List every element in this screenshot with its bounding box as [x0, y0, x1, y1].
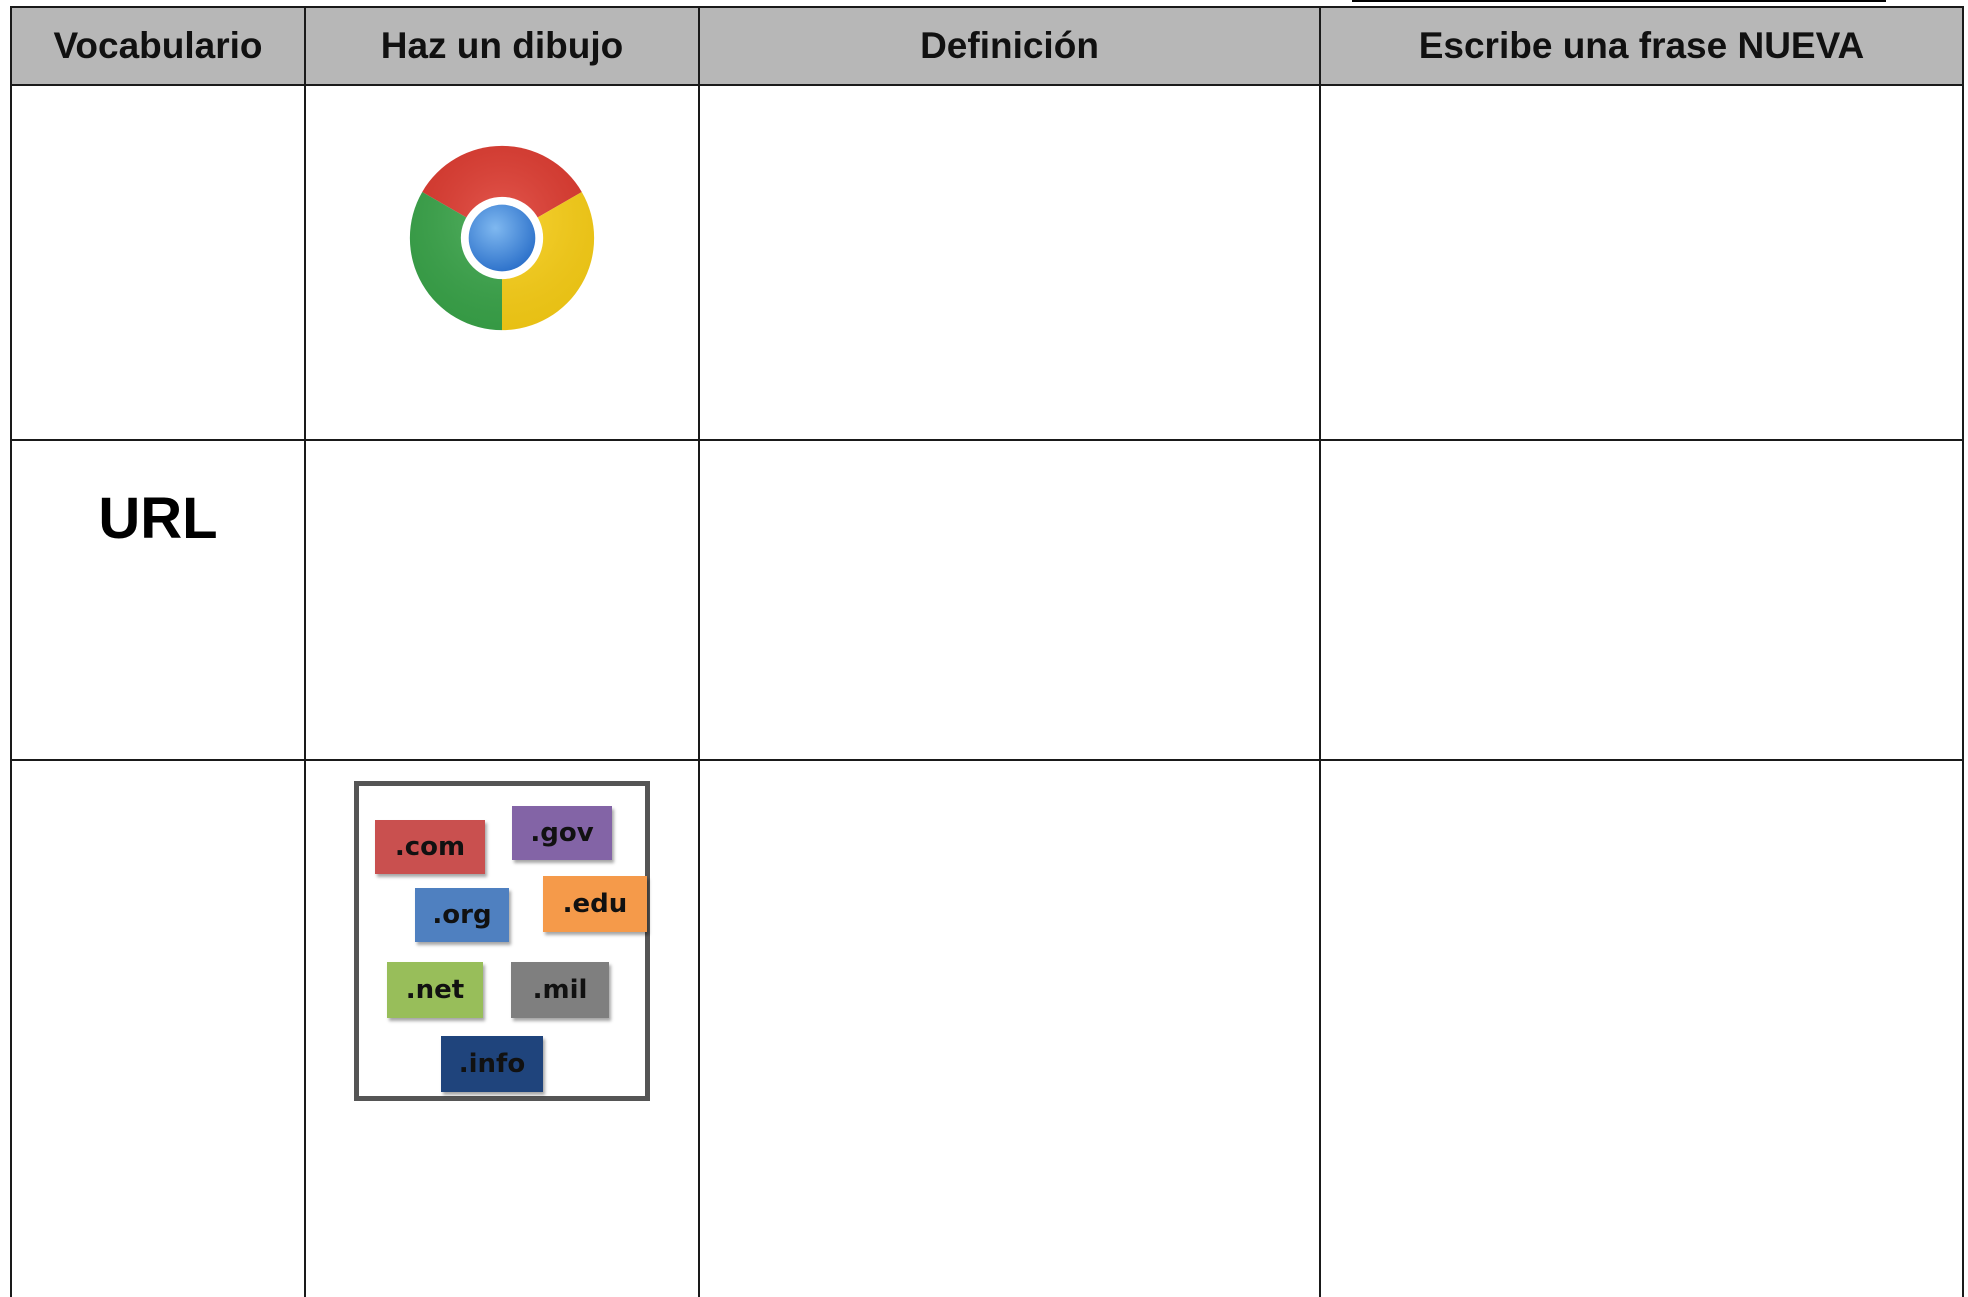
header-definicion: Definición: [698, 6, 1321, 86]
drawing-cell[interactable]: [304, 84, 700, 441]
header-row: Vocabulario Haz un dibujo Definición Esc…: [10, 6, 1964, 86]
header-vocabulario: Vocabulario: [10, 6, 306, 86]
drawing-cell[interactable]: [304, 438, 700, 762]
header-escribe-frase: Escribe una frase NUEVA: [1319, 6, 1964, 86]
tld-tag-info: .info: [441, 1036, 543, 1093]
table-row: URL: [10, 438, 1964, 762]
tld-tag-org: .org: [415, 888, 509, 943]
tld-tag-gov: .gov: [512, 806, 612, 861]
table-row: .com .gov .org .edu .net .mil .info: [10, 759, 1964, 1297]
vocab-cell[interactable]: [10, 759, 306, 1297]
sentence-cell[interactable]: [1319, 84, 1964, 441]
name-blank-line: [1352, 0, 1886, 2]
vocab-word: URL: [98, 485, 218, 551]
tld-tag-edu: .edu: [543, 876, 647, 933]
vocab-cell[interactable]: URL: [10, 438, 306, 762]
vocabulary-worksheet-table: Vocabulario Haz un dibujo Definición Esc…: [10, 6, 1964, 1297]
definition-cell[interactable]: [698, 84, 1321, 441]
tld-tag-com: .com: [375, 820, 485, 875]
sentence-cell[interactable]: [1319, 438, 1964, 762]
definition-cell[interactable]: [698, 438, 1321, 762]
domain-extensions-image: .com .gov .org .edu .net .mil .info: [354, 781, 650, 1102]
header-haz-un-dibujo: Haz un dibujo: [304, 6, 700, 86]
chrome-logo-icon: [409, 145, 595, 331]
sentence-cell[interactable]: [1319, 759, 1964, 1297]
vocab-cell[interactable]: [10, 84, 306, 441]
definition-cell[interactable]: [698, 759, 1321, 1297]
table-row: [10, 84, 1964, 441]
drawing-cell[interactable]: .com .gov .org .edu .net .mil .info: [304, 759, 700, 1297]
tld-tag-mil: .mil: [511, 962, 609, 1019]
tld-tag-net: .net: [387, 962, 483, 1019]
